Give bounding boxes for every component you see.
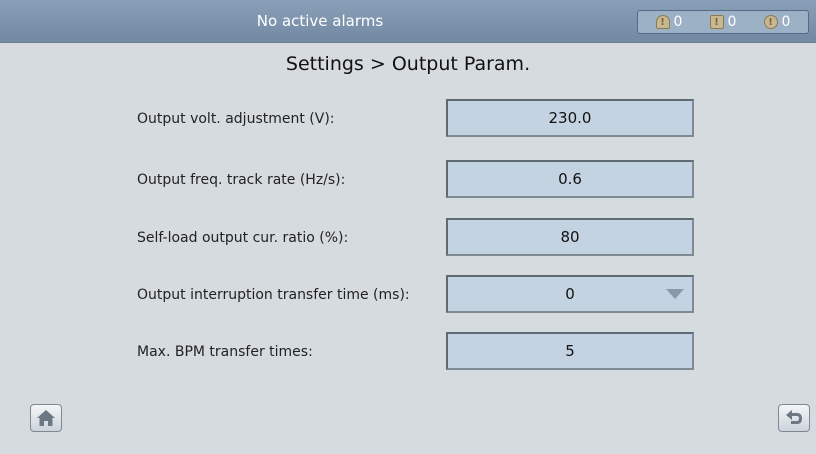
status-bar: No active alarms ! 0 ! 0 ! 0	[0, 0, 816, 43]
alarm-status-text: No active alarms	[256, 12, 384, 30]
param-label: Output volt. adjustment (V):	[137, 111, 335, 127]
param-label: Self-load output cur. ratio (%):	[137, 230, 349, 246]
freq-track-rate-input[interactable]: 0.6	[446, 160, 694, 198]
interruption-transfer-time-dropdown[interactable]: 0	[446, 275, 694, 313]
home-icon	[37, 410, 55, 426]
param-row-self-load-ratio: Self-load output cur. ratio (%): 80	[0, 218, 816, 258]
critical-alarm-icon: !	[655, 15, 670, 29]
output-voltage-input[interactable]: 230.0	[446, 99, 694, 137]
param-label: Max. BPM transfer times:	[137, 344, 313, 360]
major-alarm-count: 0	[727, 14, 737, 30]
major-alarm-icon: !	[709, 15, 724, 29]
minor-alarm-count: 0	[781, 14, 791, 30]
home-button[interactable]	[30, 404, 62, 432]
major-alarm-counter: ! 0	[709, 14, 737, 30]
alarm-counter-panel[interactable]: ! 0 ! 0 ! 0	[637, 10, 809, 34]
back-arrow-icon	[786, 410, 802, 424]
max-bpm-transfer-input[interactable]: 5	[446, 332, 694, 370]
param-row-freq-track-rate: Output freq. track rate (Hz/s): 0.6	[0, 160, 816, 200]
critical-alarm-count: 0	[673, 14, 683, 30]
critical-alarm-counter: ! 0	[655, 14, 683, 30]
param-row-output-voltage: Output volt. adjustment (V): 230.0	[0, 99, 816, 139]
back-button[interactable]	[778, 404, 810, 432]
param-label: Output interruption transfer time (ms):	[137, 287, 410, 303]
minor-alarm-icon: !	[763, 15, 778, 29]
page-title: Settings > Output Param.	[285, 53, 531, 75]
self-load-ratio-input[interactable]: 80	[446, 218, 694, 256]
minor-alarm-counter: ! 0	[763, 14, 791, 30]
param-row-max-bpm-transfer: Max. BPM transfer times: 5	[0, 332, 816, 372]
dropdown-value: 0	[565, 285, 575, 303]
param-row-interruption-transfer-time: Output interruption transfer time (ms): …	[0, 275, 816, 315]
param-label: Output freq. track rate (Hz/s):	[137, 172, 346, 188]
chevron-down-icon[interactable]	[666, 289, 684, 299]
